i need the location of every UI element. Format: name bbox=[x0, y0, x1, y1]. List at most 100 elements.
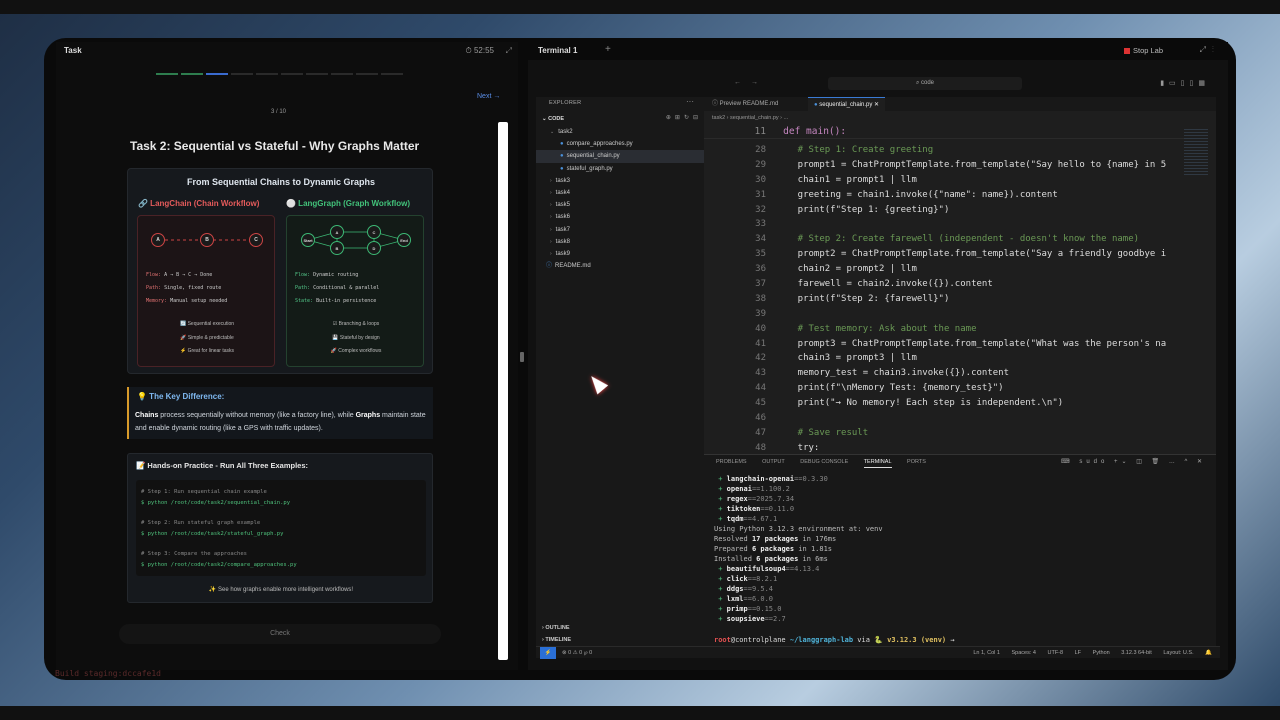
nav-arrows-icon[interactable]: ←→ bbox=[734, 79, 768, 86]
minimap[interactable] bbox=[1184, 127, 1208, 177]
build-tag: Build staging:dccafe1d bbox=[55, 669, 161, 678]
remote-icon[interactable]: ⚡ bbox=[540, 647, 556, 659]
code-line: 37 farewell = chain2.invoke({}).content bbox=[704, 277, 1184, 292]
line-text: prompt3 = ChatPromptTemplate.from_templa… bbox=[776, 338, 1167, 349]
sticky-scroll-line[interactable]: 11 def main(): bbox=[704, 125, 1184, 139]
tree-item-task7[interactable]: › task7 bbox=[536, 224, 706, 236]
check-button[interactable]: Check bbox=[119, 624, 441, 644]
tree-item-compare-approaches[interactable]: ● compare_approaches.py bbox=[536, 138, 706, 150]
outline-label: OUTLINE bbox=[545, 625, 570, 631]
next-button[interactable]: Next → bbox=[477, 93, 500, 100]
window-controls[interactable]: ⤢⋮ bbox=[1200, 45, 1220, 55]
prompt-path: ~/langgraph-lab bbox=[785, 636, 854, 644]
layout-icons[interactable]: ▮▭▯▯▦ bbox=[1160, 79, 1210, 87]
eol[interactable]: LF bbox=[1075, 650, 1081, 656]
tab-debug-console[interactable]: DEBUG CONSOLE bbox=[800, 459, 848, 465]
panel-actions[interactable]: ⌨ sudo +⌄ ◫ 🗑 … ^ ✕ bbox=[1061, 458, 1206, 465]
code-editor[interactable]: ⓘ Preview README.md ● sequential_chain.p… bbox=[704, 97, 1216, 502]
line-number: 36 bbox=[755, 264, 766, 275]
timeline-label: TIMELINE bbox=[545, 637, 572, 643]
stop-lab-button[interactable]: Stop Lab bbox=[1124, 46, 1163, 55]
fact-value: Single, fixed route bbox=[164, 285, 222, 291]
fact-value: Built-in persistence bbox=[316, 298, 377, 304]
tree-item-label: task6 bbox=[555, 214, 571, 221]
tab-label: sequential_chain.py bbox=[819, 102, 873, 108]
more-icon[interactable]: ··· bbox=[686, 97, 694, 106]
language-mode[interactable]: Python bbox=[1093, 650, 1110, 656]
progress-segment bbox=[356, 73, 378, 75]
tree-item-task8[interactable]: › task8 bbox=[536, 236, 706, 248]
fact-label: Flow: bbox=[295, 272, 311, 278]
tab-ports[interactable]: PORTS bbox=[907, 459, 926, 465]
tab-label: Preview README.md bbox=[719, 101, 779, 107]
cursor-position[interactable]: Ln 1, Col 1 bbox=[973, 650, 1000, 656]
tree-item-readme[interactable]: ⓘ README.md bbox=[536, 260, 706, 272]
notifications-icon[interactable]: 🔔 bbox=[1205, 650, 1212, 656]
tab-terminal-1[interactable]: Terminal 1 bbox=[538, 46, 577, 55]
code-line: 40 # Test memory: Ask about the name bbox=[704, 322, 1184, 337]
tree-item-sequential-chain[interactable]: ● sequential_chain.py bbox=[536, 150, 706, 163]
line-text: prompt2 = ChatPromptTemplate.from_templa… bbox=[776, 249, 1167, 260]
page-title: Task 2: Sequential vs Stateful - Why Gra… bbox=[130, 139, 420, 153]
hands-on-footer: ✨ See how graphs enable more intelligent… bbox=[208, 587, 354, 593]
code-line: 36 chain2 = prompt2 | llm bbox=[704, 262, 1184, 277]
interpreter[interactable]: 3.12.3 64-bit bbox=[1121, 650, 1152, 656]
expand-icon[interactable]: ⤢ bbox=[506, 46, 512, 56]
tree-item-task6[interactable]: › task6 bbox=[536, 211, 706, 223]
perk-item: 🔄 Sequential execution bbox=[179, 321, 235, 327]
close-icon[interactable]: ✕ bbox=[874, 102, 879, 108]
tab-sequential-chain[interactable]: ● sequential_chain.py ✕ bbox=[808, 97, 886, 111]
terminal-prompt[interactable]: root@controlplane ~/langgraph-lab via 🐍 … bbox=[714, 636, 955, 644]
chevron-right-icon: › bbox=[550, 202, 552, 209]
kd-text-part: process sequentially without memory (lik… bbox=[158, 412, 356, 419]
chevron-right-icon: › bbox=[550, 226, 552, 233]
tree-item-stateful-graph[interactable]: ● stateful_graph.py bbox=[536, 163, 706, 175]
encoding[interactable]: UTF-8 bbox=[1047, 650, 1063, 656]
scrollbar[interactable] bbox=[498, 122, 508, 660]
tab-problems[interactable]: PROBLEMS bbox=[716, 459, 747, 465]
tree-item-task4[interactable]: › task4 bbox=[536, 187, 706, 199]
line-number: 46 bbox=[755, 413, 766, 424]
keyboard-layout[interactable]: Layout: U.S. bbox=[1163, 650, 1193, 656]
tree-item-task3[interactable]: › task3 bbox=[536, 175, 706, 187]
terminal-output[interactable]: + langchain-openai==0.3.30 + openai==1.1… bbox=[714, 474, 1204, 624]
tree-item-label: task8 bbox=[555, 238, 571, 245]
outline-section[interactable]: › OUTLINE bbox=[542, 625, 570, 631]
tree-item-label: task9 bbox=[555, 250, 571, 257]
indentation[interactable]: Spaces: 4 bbox=[1011, 650, 1035, 656]
line-number: 31 bbox=[755, 189, 766, 200]
code-line: 31 greeting = chain1.invoke({"name": nam… bbox=[704, 188, 1184, 203]
line-text: # Test memory: Ask about the name bbox=[776, 323, 977, 334]
code-line: 33 bbox=[704, 217, 1184, 232]
line-text: farewell = chain2.invoke({}).content bbox=[776, 279, 993, 290]
prompt-venv: (venv) bbox=[916, 636, 947, 644]
explorer-root[interactable]: ⌄ CODE bbox=[542, 116, 564, 122]
code-block[interactable]: # Step 1: Run sequential chain example $… bbox=[136, 480, 426, 576]
command-center-search[interactable]: ⌕ code bbox=[828, 77, 1022, 90]
python-file-icon: ● bbox=[560, 165, 564, 172]
editor-tabs: ⓘ Preview README.md ● sequential_chain.p… bbox=[704, 97, 1216, 111]
explorer-toolbar-icons[interactable]: ⊕⊞↻⊟ bbox=[666, 114, 702, 121]
langgraph-perks: ☑ Branching & loops 💾 Stateful by design… bbox=[287, 318, 425, 359]
graph-node-start: Start bbox=[301, 233, 315, 247]
tab-preview-readme[interactable]: ⓘ Preview README.md bbox=[706, 97, 784, 111]
tree-item-task5[interactable]: › task5 bbox=[536, 199, 706, 211]
new-tab-icon[interactable]: + bbox=[605, 44, 611, 55]
progress-segment bbox=[181, 73, 203, 75]
split-handle[interactable] bbox=[520, 352, 524, 362]
key-difference-title: 💡 The Key Difference: bbox=[137, 392, 225, 401]
perk-item: 🚀 Simple & predictable bbox=[180, 334, 234, 341]
line-text: chain1 = prompt1 | llm bbox=[776, 174, 917, 185]
chevron-right-icon: › bbox=[550, 177, 552, 184]
line-text: print(f"\nMemory Test: {memory_test}") bbox=[776, 383, 1004, 394]
timeline-section[interactable]: › TIMELINE bbox=[542, 637, 571, 643]
tab-terminal[interactable]: TERMINAL bbox=[863, 459, 892, 468]
problems-indicator[interactable]: ⊗ 0 ⚠ 0 ℘ 0 bbox=[562, 647, 592, 659]
breadcrumb[interactable]: task2 › sequential_chain.py › ... bbox=[712, 115, 788, 121]
code-line: 35 prompt2 = ChatPromptTemplate.from_tem… bbox=[704, 247, 1184, 262]
code-line: 34 # Step 2: Create farewell (independen… bbox=[704, 232, 1184, 247]
tree-item-task2[interactable]: ⌄ task2 bbox=[536, 126, 706, 138]
status-bar: ⚡ ⊗ 0 ⚠ 0 ℘ 0 Ln 1, Col 1 Spaces: 4 UTF-… bbox=[536, 646, 1220, 659]
tree-item-task9[interactable]: › task9 bbox=[536, 248, 706, 260]
tab-output[interactable]: OUTPUT bbox=[762, 459, 785, 465]
